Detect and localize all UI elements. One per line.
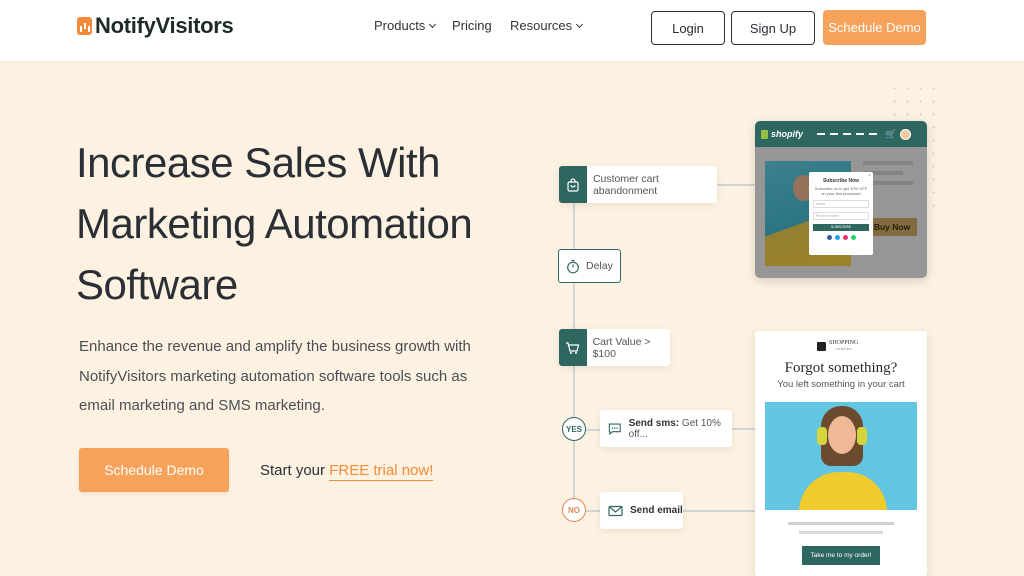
chevron-down-icon <box>576 20 584 28</box>
popup-subtitle: Subscribe us to get 10% OFF on your firs… <box>814 186 868 197</box>
cart-icon <box>559 329 587 366</box>
instagram-icon <box>842 235 848 241</box>
headphone-left <box>817 427 827 445</box>
shopify-store-mockup: shopify 🛒 Buy Now × Subscribe Now Subscr… <box>755 121 927 278</box>
hero-title: Increase Sales With Marketing Automation… <box>76 132 496 315</box>
headphone-right <box>857 427 867 445</box>
photo-sweater <box>799 472 887 510</box>
popup-title: Subscribe Now <box>822 178 860 184</box>
hero-title-line1: Increase Sales With <box>76 139 441 186</box>
chat-icon <box>608 422 621 435</box>
send-email-label: Send email <box>630 505 683 516</box>
nav-products-label: Products <box>374 18 426 33</box>
schedule-demo-header-button[interactable]: Schedule Demo <box>823 10 926 45</box>
shopify-logo: shopify <box>761 129 803 139</box>
store-logo-text: SHOPPING CENTRE <box>829 340 858 352</box>
send-sms-label: Send sms: <box>628 417 680 429</box>
flow-step-send-email: Send email <box>600 492 683 529</box>
site-header: NotifyVisitors Products Pricing Resource… <box>0 0 1024 62</box>
shopping-centre-logo: SHOPPING CENTRE <box>817 340 858 352</box>
chevron-down-icon <box>429 20 437 28</box>
shopify-topbar: shopify 🛒 <box>755 121 927 147</box>
cart-icon: 🛒 <box>885 128 897 139</box>
nav-pricing-label: Pricing <box>452 18 492 33</box>
nav-products[interactable]: Products <box>374 18 437 33</box>
take-me-to-order-button: Take me to my order! <box>802 546 880 565</box>
flow-connector <box>717 184 757 186</box>
flow-step-label: Delay <box>586 260 613 272</box>
schedule-demo-button[interactable]: Schedule Demo <box>79 448 229 492</box>
flow-step-label: Cart Value > $100 <box>592 335 651 360</box>
photo-face <box>828 416 856 454</box>
shopify-bag-icon <box>761 129 768 139</box>
email-subtitle: You left something in your cart <box>777 379 905 390</box>
yes-branch-badge: YES <box>562 417 586 441</box>
flow-step-label: Send sms: Get 10% off... <box>622 418 732 440</box>
flow-step-send-sms: Send sms: Get 10% off... <box>600 410 732 447</box>
signup-button[interactable]: Sign Up <box>731 11 815 45</box>
free-trial-text: Start your FREE trial now! <box>260 462 434 481</box>
nav-resources[interactable]: Resources <box>510 18 584 33</box>
popup-phone-field: Phone number <box>813 212 869 221</box>
shopify-menu-placeholder <box>817 133 878 135</box>
bag-icon <box>559 166 587 203</box>
facebook-icon <box>826 235 832 241</box>
twitter-icon <box>834 235 840 241</box>
flow-connector-dashed <box>573 440 575 500</box>
store-logo-icon <box>817 341 826 351</box>
email-text-placeholder <box>788 522 894 525</box>
no-branch-badge: NO <box>562 498 586 522</box>
popup-social-icons <box>813 235 869 241</box>
flow-connector <box>732 428 755 430</box>
whatsapp-icon <box>850 235 856 241</box>
close-icon: × <box>868 173 871 179</box>
popup-name-field: Name <box>813 200 869 209</box>
flow-connector <box>586 429 600 431</box>
notifyvisitors-logo[interactable]: NotifyVisitors <box>77 13 234 39</box>
popup-subscribe-button: SUBSCRIBE <box>813 224 869 232</box>
nav-resources-label: Resources <box>510 18 573 33</box>
email-title: Forgot something? <box>784 360 898 376</box>
email-text-placeholder <box>799 531 883 534</box>
flow-step-delay: Delay <box>558 249 621 283</box>
cart-reminder-email-mockup: SHOPPING CENTRE Forgot something? You lef… <box>755 331 927 576</box>
hero-title-line2: Marketing Automation <box>76 200 473 247</box>
email-hero-photo <box>765 402 917 510</box>
store-logo-sub: CENTRE <box>835 347 852 351</box>
hero-title-line3: Software <box>76 261 238 308</box>
flow-step-label: Customer cart abandonment <box>592 172 659 197</box>
logo-text: NotifyVisitors <box>95 13 234 38</box>
shopify-brand: shopify <box>771 129 804 139</box>
envelope-icon <box>608 505 623 516</box>
nav-pricing[interactable]: Pricing <box>452 18 492 33</box>
subscribe-popup: × Subscribe Now Subscribe us to get 10% … <box>809 172 873 255</box>
free-trial-link[interactable]: FREE trial now! <box>329 462 434 481</box>
stopwatch-icon <box>567 259 579 273</box>
logo-chart-icon <box>77 17 92 35</box>
trial-prefix: Start your <box>260 462 330 479</box>
flow-step-cart-value: Cart Value > $100 <box>559 329 670 366</box>
avatar <box>900 128 912 140</box>
flow-connector <box>586 510 600 512</box>
login-button[interactable]: Login <box>651 11 725 45</box>
flow-connector <box>683 510 755 512</box>
flow-step-cart-abandonment: Customer cart abandonment <box>559 166 717 203</box>
hero-description: Enhance the revenue and amplify the busi… <box>79 338 471 414</box>
